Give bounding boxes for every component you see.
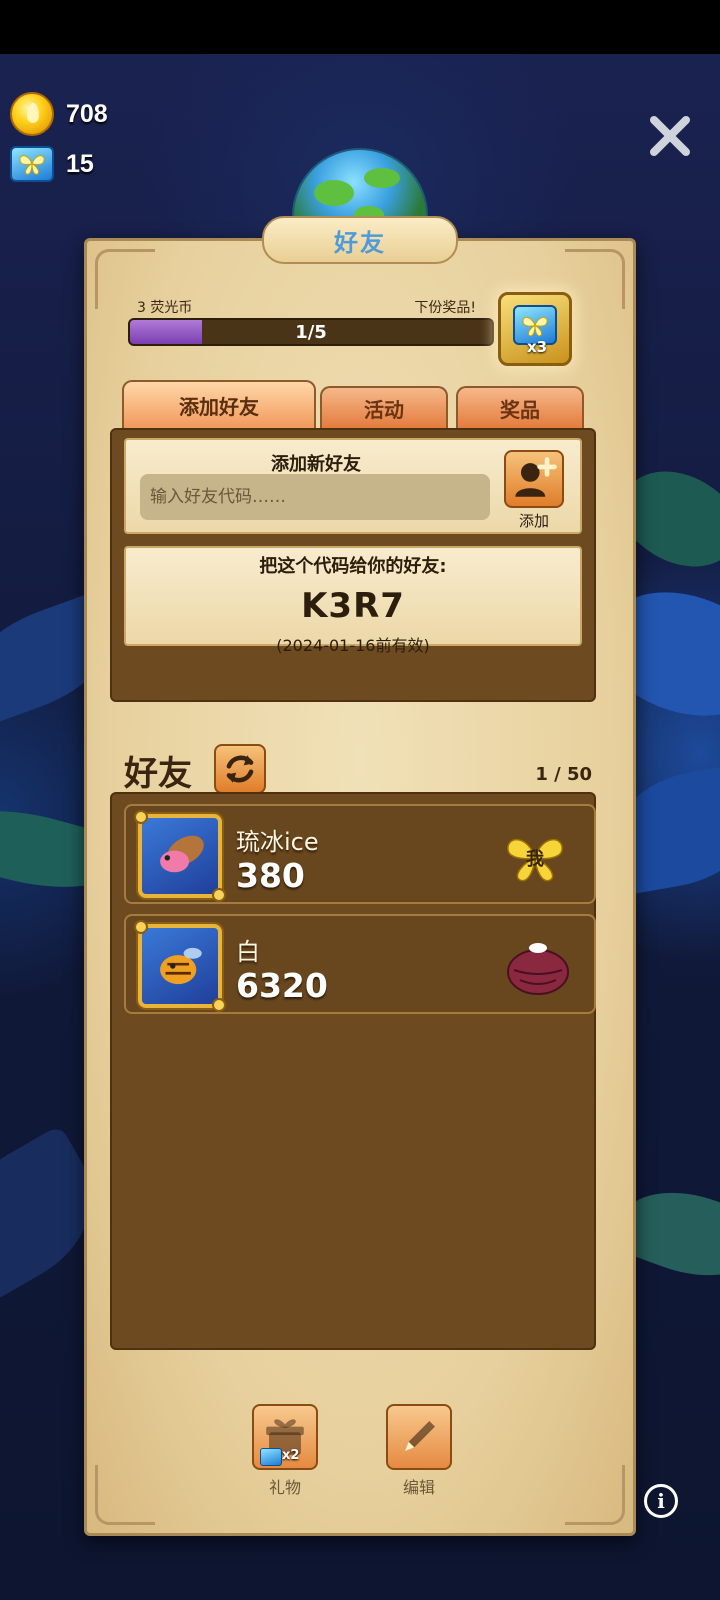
- friend-name: 琉冰ice: [236, 828, 319, 856]
- seed-pod-icon: [507, 943, 569, 995]
- friend-score: 6320: [236, 966, 328, 1005]
- friend-code: K3R7: [301, 586, 405, 626]
- friends-count: 1 / 50: [535, 764, 592, 785]
- tab-add-friend[interactable]: 添加好友: [122, 380, 316, 428]
- add-person-icon: [515, 457, 557, 497]
- title-ribbon: 好友: [262, 216, 458, 264]
- friend-code-input[interactable]: [140, 474, 490, 520]
- gift-multiplier: x2: [282, 1448, 300, 1463]
- refresh-button[interactable]: [214, 744, 266, 794]
- gift-pod-button[interactable]: [506, 934, 570, 998]
- bee-avatar-icon: [160, 947, 202, 985]
- code-expiry: (2024-01-16前有效): [276, 636, 430, 655]
- coin-counter: 708: [10, 92, 108, 136]
- butterfly-gem-icon: [260, 1448, 282, 1466]
- gift-button[interactable]: x2: [252, 1404, 318, 1470]
- tab-events[interactable]: 活动: [320, 386, 448, 428]
- panel-ornament: [565, 249, 625, 309]
- avatar: [134, 920, 226, 1012]
- edit-button[interactable]: [386, 1404, 452, 1470]
- progress-bar: 1/5: [128, 318, 494, 346]
- moth-avatar-icon: [160, 835, 204, 873]
- info-button[interactable]: i: [644, 1484, 678, 1518]
- avatar-ornament: [134, 920, 148, 934]
- next-reward[interactable]: x3: [498, 292, 572, 366]
- panel-ornament: [565, 1465, 625, 1525]
- gift-label: 礼物: [268, 1478, 301, 1497]
- panel-title: 好友: [334, 228, 386, 257]
- friends-heading: 好友: [124, 754, 192, 794]
- tab-label: 添加好友: [179, 394, 259, 419]
- edit-label: 编辑: [402, 1478, 435, 1497]
- reward-multiplier: x3: [527, 338, 548, 356]
- coin-value: 708: [66, 99, 108, 128]
- friend-row[interactable]: 白 6320: [124, 914, 596, 1014]
- info-icon: i: [657, 1489, 665, 1513]
- globe-land: [364, 168, 400, 188]
- friend-row[interactable]: 琉冰ice 380 我: [124, 804, 596, 904]
- friend-name: 白: [236, 938, 260, 966]
- progress-left-label: 3 荧光币: [137, 300, 193, 316]
- add-button-label: 添加: [518, 512, 549, 530]
- tab-label: 奖品: [500, 397, 540, 422]
- progress-text: 1/5: [295, 321, 327, 343]
- add-friend-title: 添加新好友: [271, 454, 361, 475]
- close-icon: [650, 116, 690, 156]
- butterfly-gem-icon: [10, 146, 54, 182]
- gem-counter: 15: [10, 146, 94, 182]
- share-instruction: 把这个代码给你的好友:: [259, 556, 447, 577]
- refresh-icon: [226, 755, 254, 783]
- me-badge-text: 我: [526, 849, 544, 870]
- coin-icon: [10, 92, 54, 136]
- avatar-ornament: [212, 888, 226, 902]
- tab-label: 活动: [364, 397, 404, 422]
- avatar: [134, 810, 226, 902]
- tab-rewards[interactable]: 奖品: [456, 386, 584, 428]
- butterfly-badge-icon: 我: [507, 839, 563, 882]
- add-friend-button[interactable]: [504, 450, 564, 508]
- close-button[interactable]: [646, 112, 694, 160]
- panel-ornament: [95, 1465, 155, 1525]
- pencil-icon: [404, 1421, 435, 1452]
- avatar-ornament: [134, 810, 148, 824]
- status-bar: [0, 0, 720, 54]
- avatar-ornament: [212, 998, 226, 1012]
- friend-score: 380: [236, 856, 305, 895]
- globe-land: [314, 180, 354, 206]
- progress-right-label: 下份奖品!: [414, 300, 476, 316]
- gem-value: 15: [66, 149, 94, 178]
- me-badge: 我: [504, 832, 566, 884]
